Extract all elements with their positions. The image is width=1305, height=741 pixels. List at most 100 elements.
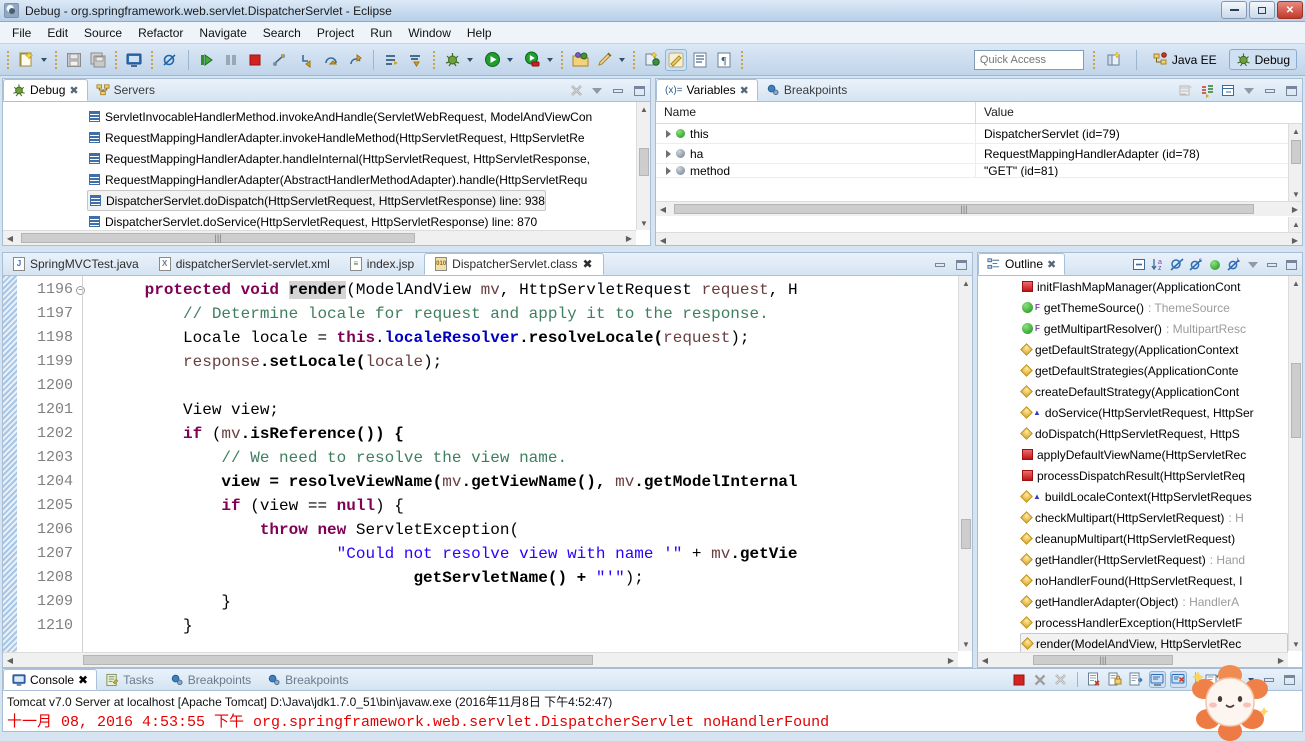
outline-item-selected[interactable]: render(ModelAndView, HttpServletRec [1020,633,1288,654]
collapse-all-icon[interactable] [1131,257,1147,273]
open-perspective-icon[interactable] [1104,49,1126,71]
code-line[interactable]: view = resolveViewName(mv.getViewName(),… [87,470,972,494]
variables-table[interactable]: Name Value this DispatcherServlet (id=79… [656,102,1302,245]
word-wrap-icon[interactable] [1128,671,1145,688]
code-line[interactable] [87,374,972,398]
expand-arrow-icon[interactable] [666,130,671,138]
code-fold-toggle-icon[interactable]: − [76,286,85,295]
editor-tab-dispatcherservlet-class[interactable]: 010 DispatcherServlet.class ✖ [424,253,603,275]
menu-item-project[interactable]: Project [309,24,362,42]
terminate-icon[interactable] [1010,671,1027,688]
show-console-on-output-icon[interactable] [1149,671,1166,688]
resume-icon[interactable] [196,49,218,71]
console-output[interactable]: Tomcat v7.0 Server at localhost [Apache … [3,691,1302,733]
new-java-project-icon[interactable] [641,49,663,71]
outline-item[interactable]: createDefaultStrategy(ApplicationCont [978,381,1302,402]
outline-scroll-thumb[interactable] [1291,363,1301,438]
scroll-left-arrow-icon[interactable]: ◀ [656,202,670,216]
stack-frame-row[interactable]: RequestMappingHandlerAdapter.handleInter… [3,148,650,169]
perspective-drag-handle[interactable] [1093,51,1095,69]
scroll-left-arrow-icon[interactable]: ◀ [3,653,17,667]
menu-item-help[interactable]: Help [459,24,500,42]
menu-item-edit[interactable]: Edit [39,24,76,42]
tab-variables-close-icon[interactable]: ✖ [740,84,749,97]
debug-scroll-thumb[interactable] [639,148,649,176]
show-logical-structure-icon[interactable] [1178,83,1194,99]
variables-scroll-thumb[interactable] [1291,140,1301,164]
debug-vertical-scrollbar[interactable]: ▲ ▼ [636,102,650,230]
show-whitespace-icon[interactable] [689,49,711,71]
tab-breakpoints-2[interactable]: Breakpoints [259,669,356,690]
outline-item[interactable]: processDispatchResult(HttpServletReq [978,465,1302,486]
skip-breakpoints-icon[interactable] [159,49,181,71]
clear-console-icon[interactable] [1086,671,1103,688]
quick-access-input[interactable] [974,50,1084,70]
variable-row[interactable]: this DispatcherServlet (id=79) [656,124,1302,144]
code-line[interactable]: } [87,590,972,614]
stack-frame-row[interactable]: RequestMappingHandlerAdapter(AbstractHan… [3,169,650,190]
scroll-up-arrow-icon[interactable]: ▲ [1289,276,1303,290]
outline-item[interactable]: initFlashMapManager(ApplicationCont [978,276,1302,297]
step-into-icon[interactable] [296,49,318,71]
variables-hscroll-thumb[interactable]: ||| [674,204,1254,214]
use-step-filters-icon[interactable] [405,49,427,71]
toggle-mark-occurrences-icon[interactable] [665,49,687,71]
outline-item[interactable]: FgetThemeSource() : ThemeSource [978,297,1302,318]
editor-scroll-thumb[interactable] [961,519,971,549]
code-line[interactable]: if (mv.isReference()) { [87,422,972,446]
stack-frame-row[interactable]: DispatcherServlet.doService(HttpServletR… [3,211,650,232]
suspend-icon[interactable] [220,49,242,71]
maximize-icon[interactable] [953,257,969,273]
tab-outline[interactable]: Outline ✖ [978,253,1065,275]
console-icon[interactable] [123,49,145,71]
code-line[interactable]: // Determine locale for request and appl… [87,302,972,326]
stack-frame-row[interactable]: ServletInvocableHandlerMethod.invokeAndH… [3,106,650,127]
editor-tab-index-jsp[interactable]: ≡ index.jsp [340,253,424,275]
debug-dropdown-arrow-icon[interactable] [467,58,473,62]
code-line[interactable]: getServletName() + "'"); [87,566,972,590]
tab-tasks[interactable]: Tasks [97,669,162,690]
hide-fields-icon[interactable] [1169,257,1185,273]
search-dropdown-arrow-icon[interactable] [619,58,625,62]
menu-item-file[interactable]: File [4,24,39,42]
disconnect-icon[interactable] [268,49,290,71]
code-line[interactable]: throw new ServletException( [87,518,972,542]
hide-nonpublic-icon[interactable] [1207,257,1223,273]
editor-tab-close-icon[interactable]: ✖ [583,257,593,271]
outline-vertical-scrollbar[interactable]: ▲ ▼ [1288,276,1302,651]
toolbar-drag-handle[interactable] [7,51,9,69]
scroll-right-arrow-icon[interactable]: ▶ [1274,653,1288,667]
outline-hscroll-thumb[interactable]: ||| [1033,655,1173,665]
code-editor[interactable]: 1196− 1197 1198 1199 1200 1201 1202 1203… [3,276,972,667]
variable-row[interactable]: method "GET" (id=81) [656,164,1302,178]
view-menu-icon[interactable] [589,83,605,99]
code-line[interactable]: "Could not resolve view with name '" + m… [87,542,972,566]
view-menu-icon[interactable] [1241,83,1257,99]
new-wizard-dropdown-arrow-icon[interactable] [41,58,47,62]
tab-breakpoints[interactable]: Breakpoints [758,79,855,101]
variables-detail-horizontal-scrollbar[interactable]: ◀ ▶ [656,232,1302,245]
outline-item[interactable]: noHandlerFound(HttpServletRequest, I [978,570,1302,591]
editor-vertical-scrollbar[interactable]: ▲ ▼ [958,276,972,651]
save-all-icon[interactable] [87,49,109,71]
scroll-left-arrow-icon[interactable]: ◀ [3,231,17,245]
layout-icon[interactable] [1220,83,1236,99]
scroll-up-arrow-icon[interactable]: ▲ [959,276,972,290]
scroll-down-arrow-icon[interactable]: ▼ [637,216,650,230]
maximize-icon[interactable] [1281,671,1298,688]
outline-items-list[interactable]: initFlashMapManager(ApplicationContFgetT… [978,276,1302,667]
run-dropdown-arrow-icon[interactable] [507,58,513,62]
scroll-right-arrow-icon[interactable]: ▶ [622,231,636,245]
debug-stack-frames-list[interactable]: ServletInvocableHandlerMethod.invokeAndH… [3,102,650,245]
maximize-icon[interactable] [631,83,647,99]
variables-vertical-scrollbar[interactable]: ▲ ▼ [1288,124,1302,201]
menu-item-navigate[interactable]: Navigate [191,24,254,42]
expand-arrow-icon[interactable] [666,167,671,175]
outline-item[interactable]: cleanupMultipart(HttpServletRequest) [978,528,1302,549]
outline-item[interactable]: applyDefaultViewName(HttpServletRec [978,444,1302,465]
maximize-icon[interactable] [1283,83,1299,99]
scroll-right-arrow-icon[interactable]: ▶ [944,653,958,667]
outline-item[interactable]: doDispatch(HttpServletRequest, HttpS [978,423,1302,444]
code-line[interactable]: Locale locale = this.localeResolver.reso… [87,326,972,350]
editor-hscroll-thumb[interactable] [83,655,593,665]
